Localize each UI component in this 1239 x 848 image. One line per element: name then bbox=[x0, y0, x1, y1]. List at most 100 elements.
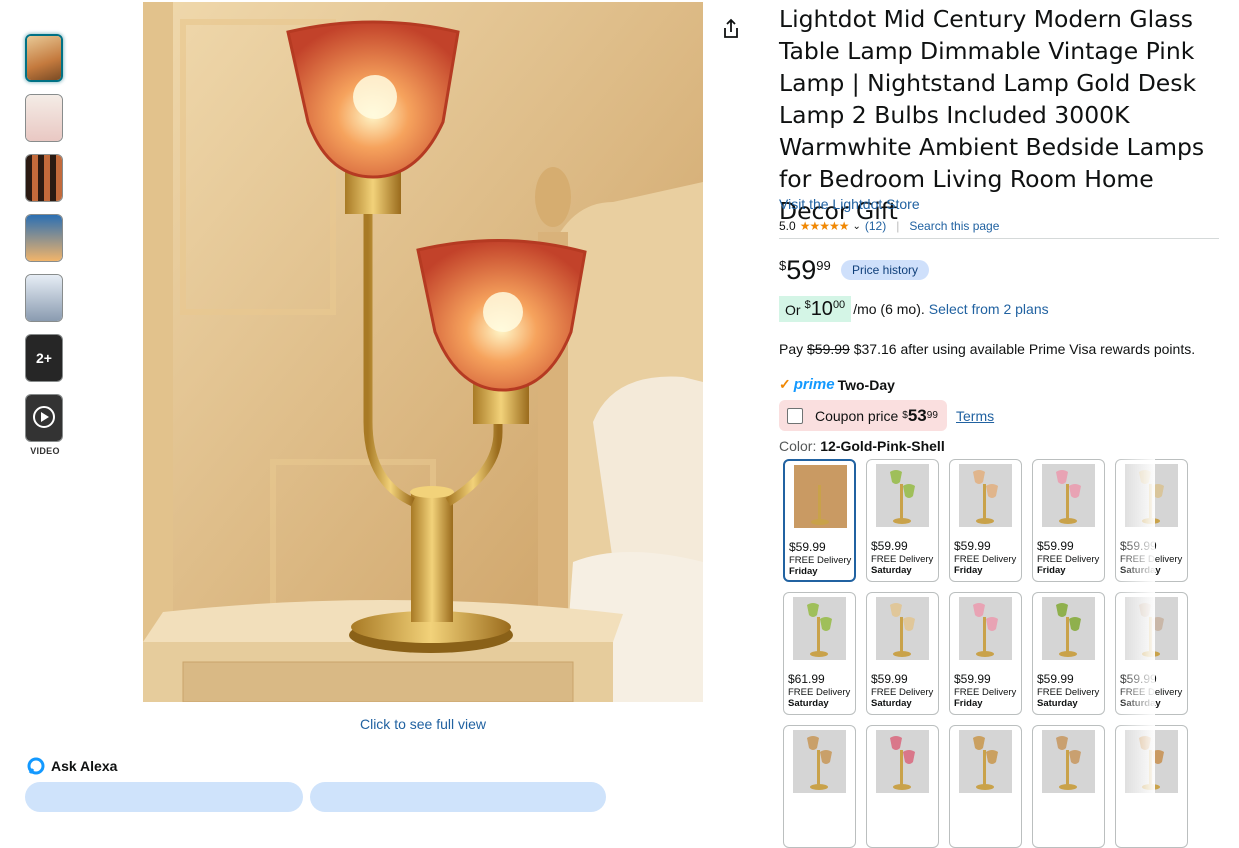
color-value: 12-Gold-Pink-Shell bbox=[820, 438, 945, 454]
lamp-photo bbox=[143, 2, 703, 702]
color-label-text: Color: bbox=[779, 438, 817, 454]
swatch-image bbox=[959, 597, 1012, 660]
swatch-delivery: FREE Delivery bbox=[1037, 554, 1100, 565]
swatch-delivery: FREE Delivery bbox=[789, 555, 852, 566]
rewards-pay: Pay bbox=[779, 341, 804, 357]
alexa-suggestion-1[interactable] bbox=[25, 782, 303, 812]
color-swatch[interactable] bbox=[1032, 725, 1105, 848]
price-whole: 59 bbox=[786, 255, 817, 285]
color-swatch[interactable] bbox=[783, 725, 856, 848]
rating-row: 5.0 ★★★★★ ⌄ (12) | Search this page bbox=[779, 219, 999, 233]
store-link[interactable]: Visit the Lightdot Store bbox=[779, 196, 920, 212]
swatch-delivery-day: Friday bbox=[954, 698, 983, 709]
swatch-price: $59.99 bbox=[871, 539, 908, 553]
thumbnail-5[interactable] bbox=[25, 274, 63, 322]
swatch-delivery: FREE Delivery bbox=[871, 687, 934, 698]
swatch-delivery: FREE Delivery bbox=[954, 687, 1017, 698]
thumbnail-3[interactable] bbox=[25, 154, 63, 202]
swatch-image bbox=[876, 464, 929, 527]
play-icon bbox=[33, 406, 55, 428]
swatch-image bbox=[793, 597, 846, 660]
swatch-image bbox=[959, 464, 1012, 527]
swatch-price: $59.99 bbox=[871, 672, 908, 686]
review-count-link[interactable]: (12) bbox=[865, 219, 886, 233]
coupon-box[interactable]: Coupon price $53 99 bbox=[779, 400, 947, 431]
swatch-image bbox=[793, 730, 846, 793]
divider bbox=[779, 238, 1219, 239]
swatch-image bbox=[1042, 597, 1095, 660]
star-rating-icon[interactable]: ★★★★★ bbox=[800, 219, 850, 233]
coupon-fraction: 99 bbox=[926, 410, 938, 421]
color-swatch[interactable]: $61.99 FREE Delivery Saturday bbox=[783, 592, 856, 715]
price-history-badge[interactable]: Price history bbox=[841, 260, 930, 280]
color-label: Color: 12-Gold-Pink-Shell bbox=[779, 438, 945, 454]
price-currency: $ bbox=[779, 258, 787, 273]
swatch-delivery-day: Saturday bbox=[871, 565, 912, 576]
monthly-suffix: /mo (6 mo). bbox=[853, 301, 925, 317]
rewards-original-price: $59.99 bbox=[807, 341, 850, 357]
swatch-price: $59.99 bbox=[1037, 672, 1074, 686]
prime-check-icon: ✓ bbox=[779, 376, 791, 392]
swatch-price: $59.99 bbox=[1037, 539, 1074, 553]
prime-badge: ✓ prime Two-Day bbox=[779, 376, 895, 393]
search-page-link[interactable]: Search this page bbox=[909, 219, 999, 233]
color-swatch[interactable] bbox=[949, 725, 1022, 848]
price-fraction: 99 bbox=[816, 258, 831, 273]
color-swatch[interactable]: $59.99 FREE Delivery Friday bbox=[1032, 459, 1105, 582]
color-swatch[interactable]: $59.99 FREE Delivery Friday bbox=[949, 459, 1022, 582]
ask-alexa-label: Ask Alexa bbox=[51, 758, 118, 774]
swatch-image bbox=[1042, 730, 1095, 793]
separator: | bbox=[896, 219, 900, 233]
monthly-payment: Or $ 10 00 /mo (6 mo). Select from 2 pla… bbox=[779, 296, 1049, 322]
swatch-delivery: FREE Delivery bbox=[871, 554, 934, 565]
video-label: VIDEO bbox=[30, 446, 60, 456]
more-images-count: 2+ bbox=[26, 335, 62, 381]
thumbnail-2[interactable] bbox=[25, 94, 63, 142]
swatch-image bbox=[794, 465, 847, 528]
price: $ 59 99 bbox=[779, 255, 831, 285]
swatch-delivery-day: Saturday bbox=[788, 698, 829, 709]
color-swatch[interactable]: $59.99 FREE Delivery Friday bbox=[783, 459, 856, 582]
swatch-fade bbox=[1115, 455, 1155, 795]
chevron-down-icon[interactable]: ⌄ bbox=[852, 221, 860, 232]
thumbnail-4[interactable] bbox=[25, 214, 63, 262]
select-plans-link[interactable]: Select from 2 plans bbox=[929, 301, 1049, 317]
thumbnail-more[interactable]: 2+ bbox=[25, 334, 63, 382]
color-swatch[interactable]: $59.99 FREE Delivery Friday bbox=[949, 592, 1022, 715]
swatch-delivery-day: Friday bbox=[789, 566, 818, 577]
swatch-image bbox=[876, 597, 929, 660]
rating-value: 5.0 bbox=[779, 219, 796, 233]
swatch-delivery-day: Saturday bbox=[1037, 698, 1078, 709]
swatch-price: $61.99 bbox=[788, 672, 825, 686]
terms-link[interactable]: Terms bbox=[956, 408, 994, 424]
ask-alexa[interactable]: Ask Alexa bbox=[27, 757, 117, 775]
swatch-delivery-day: Saturday bbox=[871, 698, 912, 709]
color-swatch[interactable]: $59.99FREE DeliverySaturday bbox=[866, 592, 939, 715]
swatch-image bbox=[876, 730, 929, 793]
swatch-image bbox=[1042, 464, 1095, 527]
rewards-line: Pay $59.99 $37.16 after using available … bbox=[779, 341, 1195, 357]
monthly-fraction: 00 bbox=[832, 299, 846, 311]
swatch-price: $59.99 bbox=[954, 672, 991, 686]
color-swatch[interactable] bbox=[866, 725, 939, 848]
alexa-suggestion-2[interactable] bbox=[310, 782, 606, 812]
rewards-text: $37.16 after using available Prime Visa … bbox=[853, 341, 1196, 357]
share-icon[interactable] bbox=[720, 18, 742, 40]
swatch-price: $59.99 bbox=[954, 539, 991, 553]
swatch-delivery: FREE Delivery bbox=[788, 687, 851, 698]
thumbnail-1[interactable] bbox=[25, 34, 63, 82]
prime-logo: prime bbox=[793, 376, 835, 393]
swatch-delivery-day: Friday bbox=[954, 565, 983, 576]
color-swatch[interactable]: $59.99FREE DeliverySaturday bbox=[1032, 592, 1105, 715]
click-full-view-link[interactable]: Click to see full view bbox=[143, 716, 703, 732]
color-swatch[interactable]: $59.99FREE DeliverySaturday bbox=[866, 459, 939, 582]
product-title: Lightdot Mid Century Modern Glass Table … bbox=[779, 5, 1205, 225]
coupon-whole: 53 bbox=[907, 405, 927, 425]
swatch-delivery: FREE Delivery bbox=[954, 554, 1017, 565]
swatch-delivery-day: Friday bbox=[1037, 565, 1066, 576]
thumbnail-video[interactable] bbox=[25, 394, 63, 442]
coupon-checkbox[interactable] bbox=[787, 407, 803, 424]
prime-label: Two-Day bbox=[837, 376, 895, 393]
main-product-image[interactable] bbox=[143, 2, 703, 702]
alexa-icon bbox=[27, 757, 45, 775]
